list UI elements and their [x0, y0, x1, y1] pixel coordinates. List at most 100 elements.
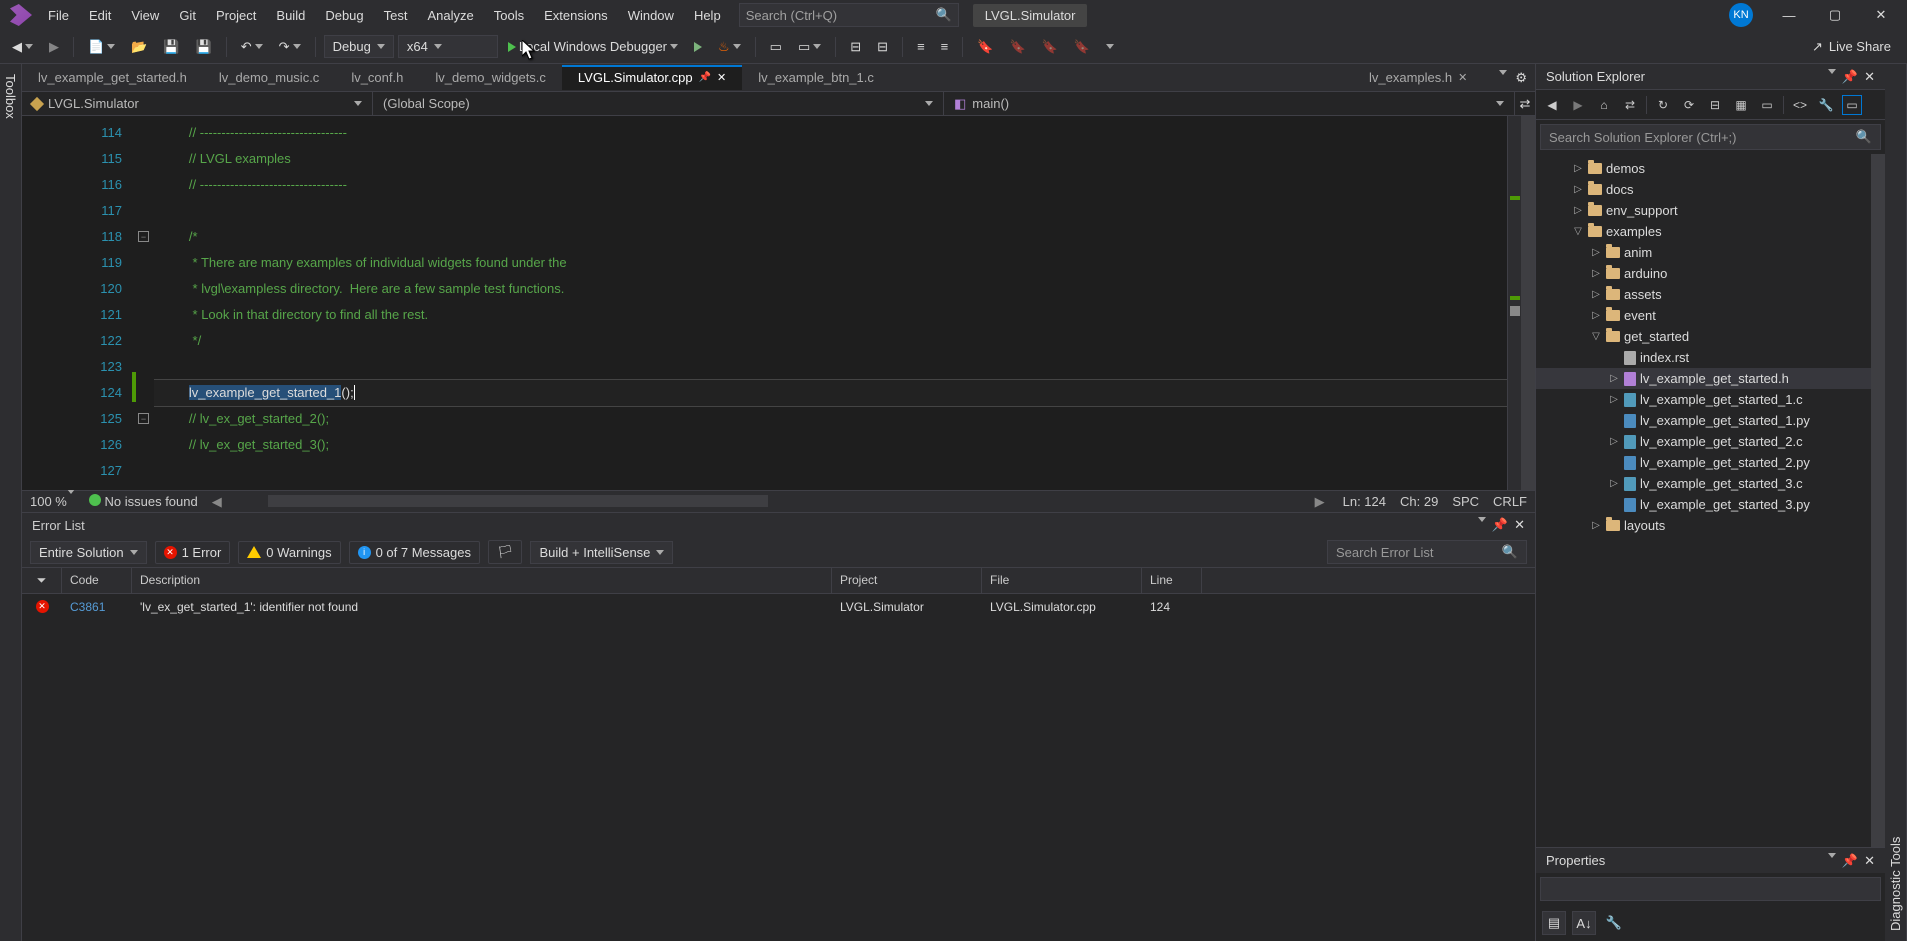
minimize-button[interactable]: —: [1767, 0, 1811, 30]
se-dropdown-button[interactable]: [1828, 69, 1836, 74]
tree-twisty[interactable]: ▷: [1572, 163, 1584, 174]
close-button[interactable]: ✕: [1859, 0, 1903, 30]
save-all-button[interactable]: 💾: [190, 35, 218, 59]
panel-pin-button[interactable]: 📌: [1492, 517, 1508, 533]
menu-analyze[interactable]: Analyze: [417, 2, 483, 29]
error-search-input[interactable]: Search Error List🔍: [1327, 540, 1527, 564]
global-search-input[interactable]: Search (Ctrl+Q) 🔍: [739, 3, 959, 27]
se-fwd-button[interactable]: ▶: [1568, 95, 1588, 115]
col-code-header[interactable]: Code: [62, 568, 132, 593]
config-combo[interactable]: Debug: [324, 35, 394, 58]
tree-item[interactable]: ▷lv_example_get_started.h: [1536, 368, 1871, 389]
vertical-scrollbar[interactable]: [1521, 116, 1535, 490]
save-button[interactable]: 💾: [157, 35, 185, 59]
indent-button[interactable]: ≡: [935, 35, 955, 58]
tree-twisty[interactable]: ▷: [1572, 205, 1584, 216]
tree-item[interactable]: ▽examples: [1536, 221, 1871, 242]
se-preview-button[interactable]: ▭: [1842, 95, 1862, 115]
tree-item[interactable]: ▷assets: [1536, 284, 1871, 305]
solution-tree[interactable]: ▷demos▷docs▷env_support▽examples▷anim▷ar…: [1536, 154, 1871, 847]
se-viewcode-button[interactable]: <>: [1790, 95, 1810, 115]
tree-item[interactable]: ▽get_started: [1536, 326, 1871, 347]
panel-dropdown-button[interactable]: [1478, 517, 1486, 522]
build-intellisense-combo[interactable]: Build + IntelliSense: [530, 541, 673, 564]
tree-twisty[interactable]: ▷: [1590, 247, 1602, 258]
tree-twisty[interactable]: ▷: [1590, 289, 1602, 300]
se-copy-button[interactable]: ▭: [1757, 95, 1777, 115]
tree-twisty[interactable]: ▷: [1590, 520, 1602, 531]
tree-item[interactable]: ▷lv_example_get_started_1.c: [1536, 389, 1871, 410]
se-sync-button[interactable]: ↻: [1653, 95, 1673, 115]
diagnostic-tools-tab[interactable]: Diagnostic Tools: [1885, 64, 1907, 941]
messages-filter-button[interactable]: i0 of 7 Messages: [349, 541, 480, 564]
tree-item[interactable]: ▷lv_example_get_started_3.c: [1536, 473, 1871, 494]
menu-extensions[interactable]: Extensions: [534, 2, 618, 29]
menu-window[interactable]: Window: [618, 2, 684, 29]
line-status[interactable]: Ln: 124: [1343, 494, 1386, 509]
nav-scope-combo[interactable]: (Global Scope): [373, 92, 944, 115]
editor-tab[interactable]: lv_conf.h: [335, 65, 419, 90]
hscroll-left[interactable]: ◀: [212, 494, 226, 508]
pin-icon[interactable]: 📌: [699, 72, 711, 83]
menu-edit[interactable]: Edit: [79, 2, 121, 29]
tree-item[interactable]: ▷arduino: [1536, 263, 1871, 284]
tree-item[interactable]: ▷env_support: [1536, 200, 1871, 221]
solution-search-input[interactable]: Search Solution Explorer (Ctrl+;) 🔍: [1540, 124, 1881, 150]
tree-item[interactable]: lv_example_get_started_3.py: [1536, 494, 1871, 515]
menu-help[interactable]: Help: [684, 2, 731, 29]
tree-twisty[interactable]: ▷: [1608, 373, 1620, 384]
bookmark-prev-button[interactable]: 🔖: [1003, 35, 1031, 59]
tree-twisty[interactable]: ▷: [1572, 184, 1584, 195]
redo-button[interactable]: ↷: [273, 35, 307, 59]
platform-combo[interactable]: x64: [398, 35, 498, 58]
tree-twisty[interactable]: ▷: [1608, 394, 1620, 405]
undo-button[interactable]: ↶: [235, 35, 269, 59]
se-home-button[interactable]: ⌂: [1594, 95, 1614, 115]
tab-dropdown-button[interactable]: [1499, 70, 1507, 75]
menu-file[interactable]: File: [38, 2, 79, 29]
col-status[interactable]: Ch: 29: [1400, 494, 1438, 509]
tab-close-button[interactable]: ✕: [1458, 71, 1467, 84]
error-row[interactable]: ✕ C3861 'lv_ex_get_started_1': identifie…: [22, 594, 1535, 620]
menu-project[interactable]: Project: [206, 2, 266, 29]
tb-btn-1[interactable]: ▭: [764, 35, 788, 59]
start-debug-button[interactable]: Local Windows Debugger: [502, 35, 684, 58]
nav-back-button[interactable]: ◀: [6, 35, 39, 59]
editor-tab[interactable]: lv_examples.h✕: [1353, 65, 1483, 90]
editor-tab[interactable]: lv_example_btn_1.c: [742, 65, 890, 90]
col-project-header[interactable]: Project: [832, 568, 982, 593]
menu-tools[interactable]: Tools: [484, 2, 534, 29]
live-share-button[interactable]: ↗ Live Share: [1802, 35, 1901, 59]
toolbox-tab[interactable]: Toolbox: [0, 64, 22, 941]
horizontal-scrollbar[interactable]: [248, 494, 1293, 508]
menu-build[interactable]: Build: [266, 2, 315, 29]
editor-tab[interactable]: lv_demo_widgets.c: [419, 65, 562, 90]
error-scope-combo[interactable]: Entire Solution: [30, 541, 147, 564]
fold-column[interactable]: −−−: [136, 116, 154, 490]
menu-git[interactable]: Git: [169, 2, 206, 29]
tree-twisty[interactable]: ▽: [1572, 226, 1584, 237]
split-button[interactable]: ⇄: [1515, 92, 1535, 115]
tree-item[interactable]: lv_example_get_started_2.py: [1536, 452, 1871, 473]
se-pin-button[interactable]: 📌: [1842, 69, 1858, 85]
hscroll-right[interactable]: ▶: [1315, 494, 1329, 508]
col-file-header[interactable]: File: [982, 568, 1142, 593]
editor-tab[interactable]: lv_example_get_started.h: [22, 65, 203, 90]
props-category-button[interactable]: ▤: [1542, 911, 1566, 935]
clear-filter-button[interactable]: 🏳: [488, 540, 523, 564]
bookmark-clear-button[interactable]: 🔖: [1068, 35, 1096, 59]
start-nodebug-button[interactable]: [688, 38, 708, 56]
se-properties-button[interactable]: 🔧: [1816, 95, 1836, 115]
tree-twisty[interactable]: ▽: [1590, 331, 1602, 342]
nav-project-combo[interactable]: LVGL.Simulator: [22, 92, 373, 115]
tb-btn-2[interactable]: ▭: [792, 35, 827, 59]
nav-fwd-button[interactable]: ▶: [43, 35, 65, 59]
tree-item[interactable]: ▷event: [1536, 305, 1871, 326]
error-table[interactable]: ⏷ Code Description Project File Line ✕ C…: [22, 568, 1535, 941]
tree-item[interactable]: ▷docs: [1536, 179, 1871, 200]
se-switch-button[interactable]: ⇄: [1620, 95, 1640, 115]
se-scrollbar[interactable]: [1871, 154, 1885, 847]
tree-item[interactable]: ▷lv_example_get_started_2.c: [1536, 431, 1871, 452]
tree-item[interactable]: ▷anim: [1536, 242, 1871, 263]
props-wrench-button[interactable]: 🔧: [1602, 911, 1626, 935]
